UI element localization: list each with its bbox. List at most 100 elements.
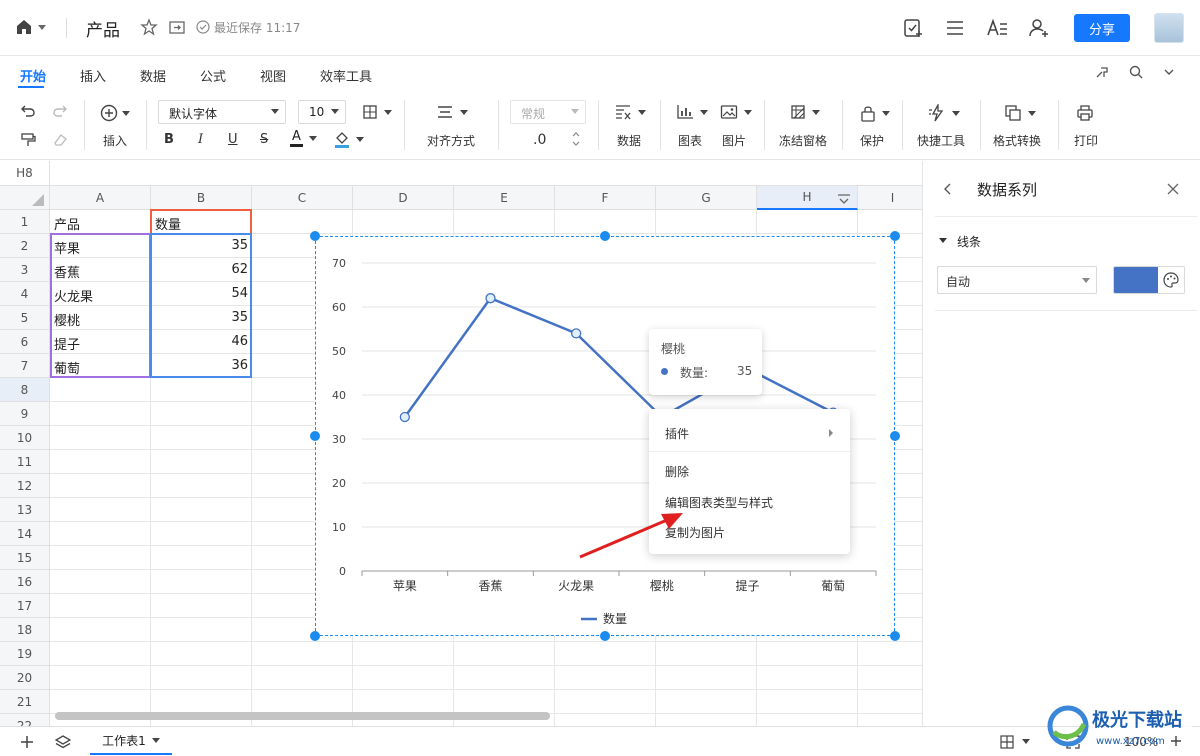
text-format-button[interactable] (986, 17, 1008, 39)
menu-item-plugins[interactable]: 插件 (665, 425, 689, 442)
line-section-title[interactable]: 线条 (957, 233, 981, 250)
layers-icon[interactable] (55, 734, 71, 750)
name-box[interactable]: H8 (0, 161, 50, 186)
bold-button[interactable]: B (164, 132, 174, 147)
resize-handle[interactable] (890, 231, 900, 241)
row-header-6[interactable]: 6 (0, 330, 50, 354)
freeze-panes-button[interactable] (790, 104, 820, 120)
data-button[interactable] (614, 104, 646, 120)
column-header-c[interactable]: C (252, 186, 353, 210)
add-collaborator-button[interactable] (1028, 17, 1050, 39)
document-title[interactable]: 产品 (86, 16, 120, 41)
column-header-g[interactable]: G (656, 186, 757, 210)
row-header-9[interactable]: 9 (0, 402, 50, 426)
row-header-19[interactable]: 19 (0, 642, 50, 666)
row-header-7[interactable]: 7 (0, 354, 50, 378)
tab-view[interactable]: 视图 (260, 66, 286, 85)
row-header-1[interactable]: 1 (0, 210, 50, 234)
formula-bar[interactable] (50, 161, 922, 186)
resize-handle[interactable] (890, 631, 900, 641)
back-icon[interactable] (943, 183, 953, 195)
row-header-21[interactable]: 21 (0, 690, 50, 714)
row-header-20[interactable]: 20 (0, 666, 50, 690)
row-header-4[interactable]: 4 (0, 282, 50, 306)
row-header-22[interactable]: 22 (0, 714, 50, 726)
tab-formula[interactable]: 公式 (200, 66, 226, 85)
row-header-2[interactable]: 2 (0, 234, 50, 258)
horizontal-scrollbar[interactable] (55, 712, 550, 720)
collapse-ribbon-icon[interactable] (1162, 65, 1176, 79)
align-button[interactable] (436, 104, 468, 120)
resize-handle[interactable] (310, 231, 320, 241)
tab-data[interactable]: 数据 (140, 66, 166, 85)
column-header-e[interactable]: E (454, 186, 555, 210)
row-header-17[interactable]: 17 (0, 594, 50, 618)
insert-button[interactable] (100, 104, 130, 122)
star-icon[interactable] (140, 18, 158, 36)
menu-button[interactable] (944, 17, 966, 39)
format-convert-button[interactable] (1004, 104, 1036, 122)
protect-button[interactable] (860, 104, 890, 122)
column-header-d[interactable]: D (353, 186, 454, 210)
print-icon[interactable] (1076, 104, 1094, 122)
resize-handle[interactable] (890, 431, 900, 441)
quick-tools-button[interactable] (928, 104, 960, 122)
avatar[interactable] (1154, 13, 1184, 43)
tab-home[interactable]: 开始 (20, 66, 46, 85)
undo-icon[interactable] (20, 104, 36, 118)
menu-item-delete[interactable]: 删除 (665, 463, 689, 480)
add-sheet-icon[interactable] (20, 735, 34, 749)
row-header-18[interactable]: 18 (0, 618, 50, 642)
collapse-section-icon[interactable] (939, 238, 947, 243)
row-header-15[interactable]: 15 (0, 546, 50, 570)
decimal-stepper-icon[interactable] (571, 130, 581, 148)
underline-button[interactable]: U (228, 132, 238, 147)
strikethrough-button[interactable]: S (260, 132, 268, 147)
header-cell-product[interactable]: 产品 (50, 210, 151, 234)
row-header-11[interactable]: 11 (0, 450, 50, 474)
column-header-b[interactable]: B (151, 186, 252, 210)
column-header-f[interactable]: F (555, 186, 656, 210)
review-button[interactable] (902, 17, 924, 39)
font-color-button[interactable]: A (290, 130, 317, 147)
chart-button[interactable] (676, 104, 708, 120)
eraser-icon[interactable] (52, 132, 68, 148)
tab-insert[interactable]: 插入 (80, 66, 106, 85)
tab-efficiency-tools[interactable]: 效率工具 (320, 66, 372, 85)
column-filter-icon[interactable] (836, 192, 852, 206)
column-header-a[interactable]: A (50, 186, 151, 210)
select-all-corner[interactable] (0, 186, 50, 210)
move-to-icon[interactable] (168, 18, 186, 36)
row-header-3[interactable]: 3 (0, 258, 50, 282)
font-family-select[interactable]: 默认字体 (158, 100, 286, 124)
format-painter-icon[interactable] (20, 132, 36, 148)
image-button[interactable] (720, 104, 752, 120)
view-mode-icon[interactable] (1000, 735, 1014, 749)
decimal-button[interactable]: .0 (533, 132, 546, 148)
row-header-5[interactable]: 5 (0, 306, 50, 330)
row-header-16[interactable]: 16 (0, 570, 50, 594)
resize-handle[interactable] (310, 431, 320, 441)
italic-button[interactable]: I (198, 132, 203, 147)
line-color-mode-select[interactable]: 自动 (937, 266, 1097, 294)
search-icon[interactable] (1128, 64, 1144, 80)
row-header-10[interactable]: 10 (0, 426, 50, 450)
column-header-i[interactable]: I (858, 186, 922, 210)
row-header-13[interactable]: 13 (0, 498, 50, 522)
sheet-tab-1[interactable]: 工作表1 (90, 727, 172, 755)
row-header-14[interactable]: 14 (0, 522, 50, 546)
font-size-select[interactable]: 10 (298, 100, 346, 124)
resize-handle[interactable] (310, 631, 320, 641)
redo-icon[interactable] (52, 104, 68, 118)
share-button[interactable]: 分享 (1074, 14, 1130, 42)
fill-color-button[interactable] (334, 130, 364, 148)
format-painter-icon[interactable] (1094, 64, 1110, 80)
home-button[interactable] (14, 17, 46, 37)
close-icon[interactable] (1167, 183, 1179, 195)
number-format-select[interactable]: 常规 (510, 100, 586, 124)
resize-handle[interactable] (600, 631, 610, 641)
border-button[interactable] (362, 104, 392, 120)
row-header-12[interactable]: 12 (0, 474, 50, 498)
resize-handle[interactable] (600, 231, 610, 241)
line-color-picker[interactable] (1113, 266, 1185, 294)
